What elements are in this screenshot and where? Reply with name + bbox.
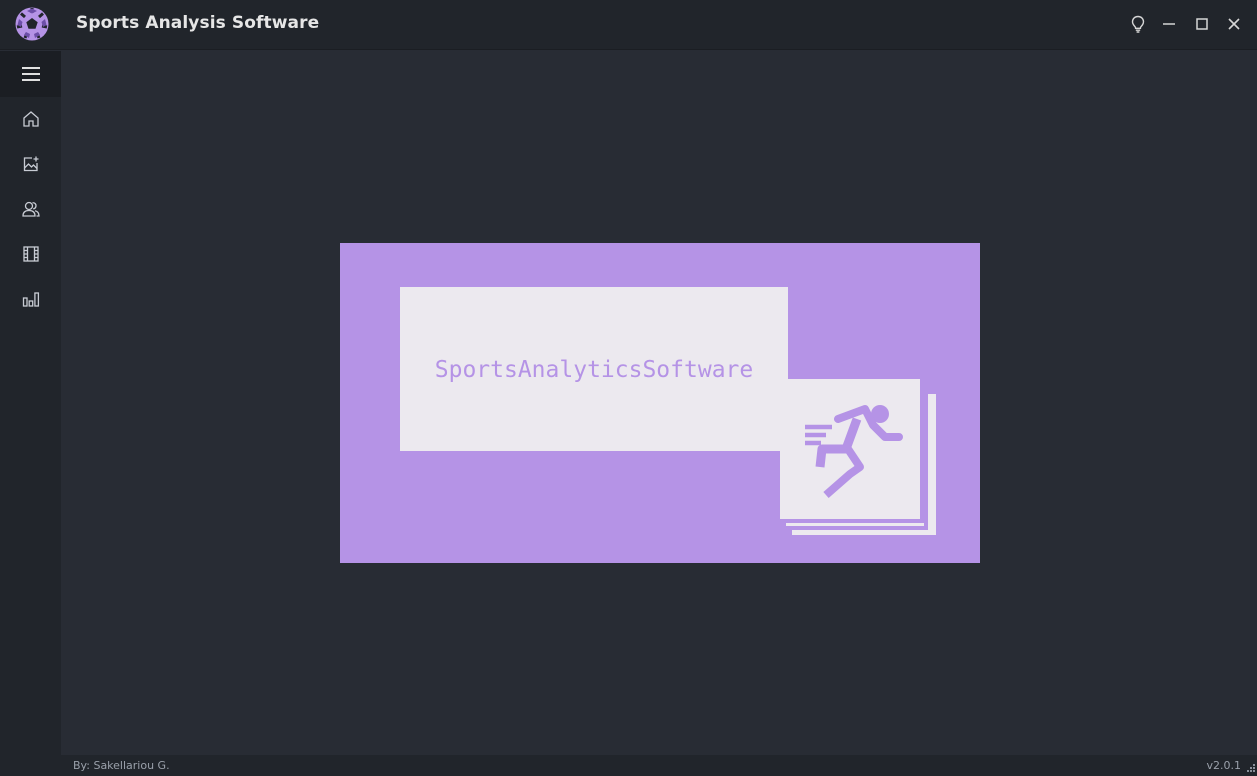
home-icon xyxy=(22,111,39,127)
author-credit: By: Sakellariou G. xyxy=(73,759,170,772)
menu-toggle-button[interactable] xyxy=(0,51,61,97)
banner-title-card: SportsAnalyticsSoftware xyxy=(400,287,788,451)
hamburger-menu-icon xyxy=(21,67,40,81)
lightbulb-icon[interactable] xyxy=(1126,12,1150,36)
close-button[interactable] xyxy=(1222,12,1246,36)
status-bar: By: Sakellariou G. v2.0.1 xyxy=(61,755,1257,776)
close-icon xyxy=(1228,18,1240,30)
bar-chart-icon xyxy=(22,292,39,307)
maximize-icon xyxy=(1196,18,1208,30)
app-title: Sports Analysis Software xyxy=(76,13,320,33)
sidebar xyxy=(0,51,61,776)
running-person-icon xyxy=(805,405,903,499)
version-label: v2.0.1 xyxy=(1206,759,1242,772)
resize-grip-icon[interactable] xyxy=(1245,764,1255,774)
maximize-button[interactable] xyxy=(1190,12,1214,36)
sidebar-item-home[interactable] xyxy=(0,98,61,140)
minimize-button[interactable] xyxy=(1157,12,1181,36)
banner-title: SportsAnalyticsSoftware xyxy=(434,357,754,383)
sidebar-item-players[interactable] xyxy=(0,188,61,230)
sidebar-item-statistics[interactable] xyxy=(0,278,61,320)
title-bar: Sports Analysis Software xyxy=(0,0,1257,50)
sidebar-item-images[interactable] xyxy=(0,143,61,185)
image-add-icon xyxy=(23,156,38,172)
film-icon xyxy=(22,246,39,262)
minimize-icon xyxy=(1163,23,1175,25)
sidebar-item-videos[interactable] xyxy=(0,233,61,275)
soccer-ball-icon xyxy=(15,7,49,41)
banner-icon-card xyxy=(780,379,924,523)
splash-banner: SportsAnalyticsSoftware xyxy=(340,243,980,563)
users-icon xyxy=(21,201,40,217)
